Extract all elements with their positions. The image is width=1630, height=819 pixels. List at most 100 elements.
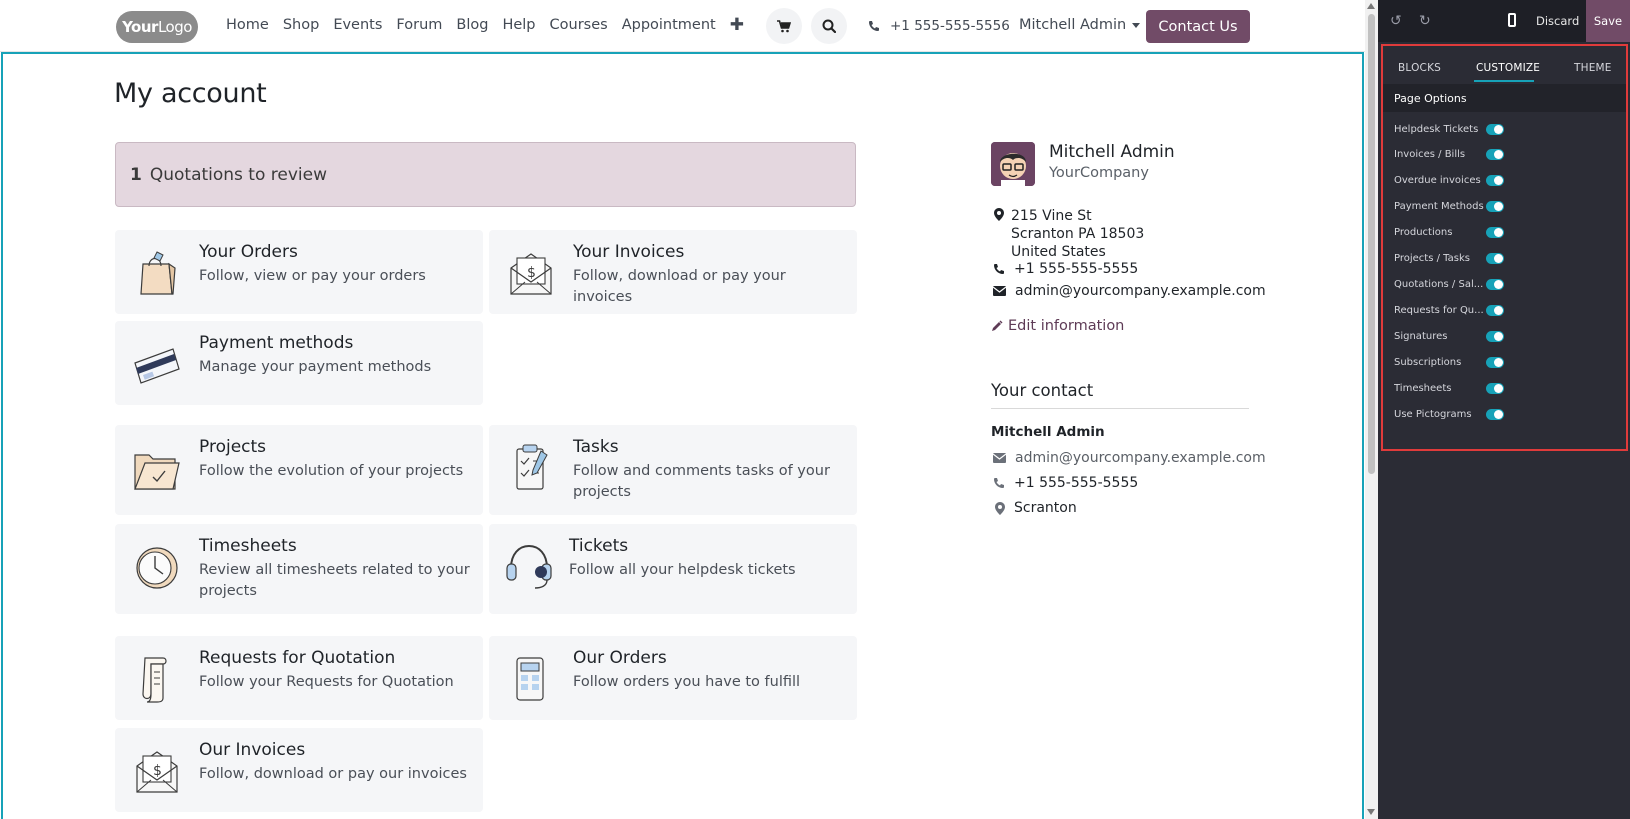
cart-button[interactable] bbox=[766, 8, 802, 44]
card-title: Tickets bbox=[569, 536, 629, 556]
portal-card-tasks[interactable]: Tasks Follow and comments tasks of your … bbox=[489, 425, 857, 515]
contact-us-button[interactable]: Contact Us bbox=[1146, 10, 1250, 43]
card-title: Our Invoices bbox=[199, 740, 306, 760]
top-navbar: Your Logo Home Shop Events Forum Blog Hel… bbox=[0, 0, 1366, 52]
portal-card-requests-for-quotation[interactable]: Requests for Quotation Follow your Reque… bbox=[115, 636, 483, 720]
portal-card-our-orders[interactable]: Our Orders Follow orders you have to ful… bbox=[489, 636, 857, 720]
portal-card-tickets[interactable]: Tickets Follow all your helpdesk tickets bbox=[489, 524, 857, 614]
chevron-down-icon bbox=[1132, 22, 1141, 28]
card-description: Follow, view or pay your orders bbox=[199, 268, 426, 284]
contact-name: Mitchell Admin bbox=[991, 424, 1105, 440]
main-menu: Home Shop Events Forum Blog Help Courses… bbox=[226, 17, 744, 34]
avatar bbox=[991, 142, 1035, 186]
user-menu-label: Mitchell Admin bbox=[1019, 17, 1127, 33]
portal-card-our-invoices[interactable]: $ Our Invoices Follow, download or pay o… bbox=[115, 728, 483, 812]
scroll-down-arrow-icon[interactable] bbox=[1367, 809, 1375, 815]
contact-email[interactable]: admin@yourcompany.example.com bbox=[993, 450, 1266, 466]
contact-city-text: Scranton bbox=[1014, 500, 1077, 516]
menu-item-shop[interactable]: Shop bbox=[283, 17, 319, 34]
profile-email: admin@yourcompany.example.com bbox=[993, 283, 1266, 299]
card-description: Follow, download or pay your invoices bbox=[573, 268, 786, 305]
portal-card-payment-methods[interactable]: Payment methods Manage your payment meth… bbox=[115, 321, 483, 405]
task-checklist-icon bbox=[516, 444, 548, 490]
card-title: Projects bbox=[199, 437, 267, 457]
contact-phone: +1 555-555-5555 bbox=[993, 475, 1138, 491]
phone-icon bbox=[994, 478, 1004, 488]
clock-icon bbox=[136, 547, 178, 589]
menu-item-courses[interactable]: Courses bbox=[550, 17, 608, 34]
editor-toolbar: ↺ ↻ Discard Save bbox=[1378, 0, 1630, 42]
logo-text-rest: Logo bbox=[157, 18, 192, 36]
redo-icon[interactable]: ↻ bbox=[1419, 13, 1431, 29]
edit-information-label: Edit information bbox=[1008, 318, 1125, 334]
highlight-box bbox=[1381, 44, 1628, 451]
card-title: Our Orders bbox=[573, 648, 667, 668]
card-description: Follow your Requests for Quotation bbox=[199, 674, 454, 690]
scroll-up-arrow-icon[interactable] bbox=[1367, 3, 1375, 9]
portal-card-projects[interactable]: Projects Follow the evolution of your pr… bbox=[115, 425, 483, 515]
pencil-icon bbox=[992, 320, 1003, 331]
menu-item-appointment[interactable]: Appointment bbox=[622, 17, 716, 34]
discard-button[interactable]: Discard bbox=[1536, 14, 1579, 28]
logo-text-bold: Your bbox=[122, 18, 158, 36]
portal-card-your-orders[interactable]: Your Orders Follow, view or pay your ord… bbox=[115, 230, 483, 314]
menu-item-events[interactable]: Events bbox=[333, 17, 382, 34]
search-button[interactable] bbox=[811, 8, 847, 44]
map-pin-icon bbox=[994, 208, 1004, 221]
edit-information-link[interactable]: Edit information bbox=[991, 318, 1124, 334]
card-title: Your Orders bbox=[199, 242, 298, 262]
invoice-envelope-icon: $ bbox=[136, 751, 178, 793]
folder-icon bbox=[134, 454, 180, 490]
phone-icon bbox=[994, 264, 1004, 274]
profile-email-text: admin@yourcompany.example.com bbox=[1015, 283, 1266, 299]
address-line-1: 215 Vine St bbox=[1011, 208, 1092, 224]
card-description: Review all timesheets related to your pr… bbox=[199, 562, 470, 599]
menu-item-forum[interactable]: Forum bbox=[396, 17, 442, 34]
header-phone-text: +1 555-555-5556 bbox=[890, 18, 1010, 34]
card-description: Follow all your helpdesk tickets bbox=[569, 562, 796, 578]
scroll-icon bbox=[142, 657, 167, 703]
quotations-alert-text: Quotations to review bbox=[149, 164, 327, 185]
portal-card-timesheets[interactable]: Timesheets Review all timesheets related… bbox=[115, 524, 483, 614]
profile-name: Mitchell Admin bbox=[1049, 142, 1175, 162]
your-contact-heading: Your contact bbox=[991, 381, 1094, 400]
address-line-3: United States bbox=[1011, 244, 1106, 260]
search-icon bbox=[822, 19, 836, 33]
card-title: Tasks bbox=[573, 437, 619, 457]
credit-card-icon bbox=[134, 348, 180, 384]
address-line-2: Scranton PA 18503 bbox=[1011, 226, 1145, 242]
quotations-alert[interactable]: 1 Quotations to review bbox=[115, 142, 856, 207]
cart-icon bbox=[777, 19, 791, 32]
menu-item-help[interactable]: Help bbox=[502, 17, 535, 34]
save-button[interactable]: Save bbox=[1586, 0, 1630, 42]
website-editor-panel: ↺ ↻ Discard Save BLOCKS CUSTOMIZE THEME … bbox=[1378, 0, 1630, 819]
map-pin-icon bbox=[995, 501, 1005, 515]
mobile-preview-icon[interactable] bbox=[1508, 13, 1516, 27]
scrollbar-thumb[interactable] bbox=[1368, 14, 1375, 474]
envelope-icon bbox=[993, 453, 1006, 463]
profile-phone: +1 555-555-5555 bbox=[993, 261, 1138, 277]
card-description: Follow orders you have to fulfill bbox=[573, 674, 801, 690]
menu-item-blog[interactable]: Blog bbox=[456, 17, 488, 34]
page-title: My account bbox=[114, 78, 267, 109]
profile-phone-text: +1 555-555-5555 bbox=[1014, 261, 1139, 277]
user-menu[interactable]: Mitchell Admin bbox=[1019, 17, 1141, 33]
undo-icon[interactable]: ↺ bbox=[1390, 13, 1402, 29]
header-phone[interactable]: +1 555-555-5556 bbox=[868, 18, 1010, 34]
menu-item-home[interactable]: Home bbox=[226, 17, 269, 34]
user-portrait-icon bbox=[991, 142, 1035, 186]
calculator-icon bbox=[516, 657, 544, 701]
card-title: Payment methods bbox=[199, 333, 354, 353]
card-description: Follow and comments tasks of your projec… bbox=[573, 463, 830, 500]
portal-card-your-invoices[interactable]: $ Your Invoices Follow, download or pay … bbox=[489, 230, 857, 314]
divider bbox=[991, 408, 1249, 409]
svg-text:$: $ bbox=[527, 265, 536, 281]
profile-company: YourCompany bbox=[1049, 165, 1149, 181]
card-title: Requests for Quotation bbox=[199, 648, 396, 668]
plus-icon[interactable]: ✚ bbox=[730, 17, 744, 34]
site-logo[interactable]: Your Logo bbox=[116, 11, 198, 43]
profile-address: 215 Vine St Scranton PA 18503 United Sta… bbox=[1011, 207, 1144, 261]
contact-city: Scranton bbox=[995, 500, 1077, 516]
card-description: Follow the evolution of your projects bbox=[199, 463, 464, 479]
card-title: Timesheets bbox=[199, 536, 297, 556]
